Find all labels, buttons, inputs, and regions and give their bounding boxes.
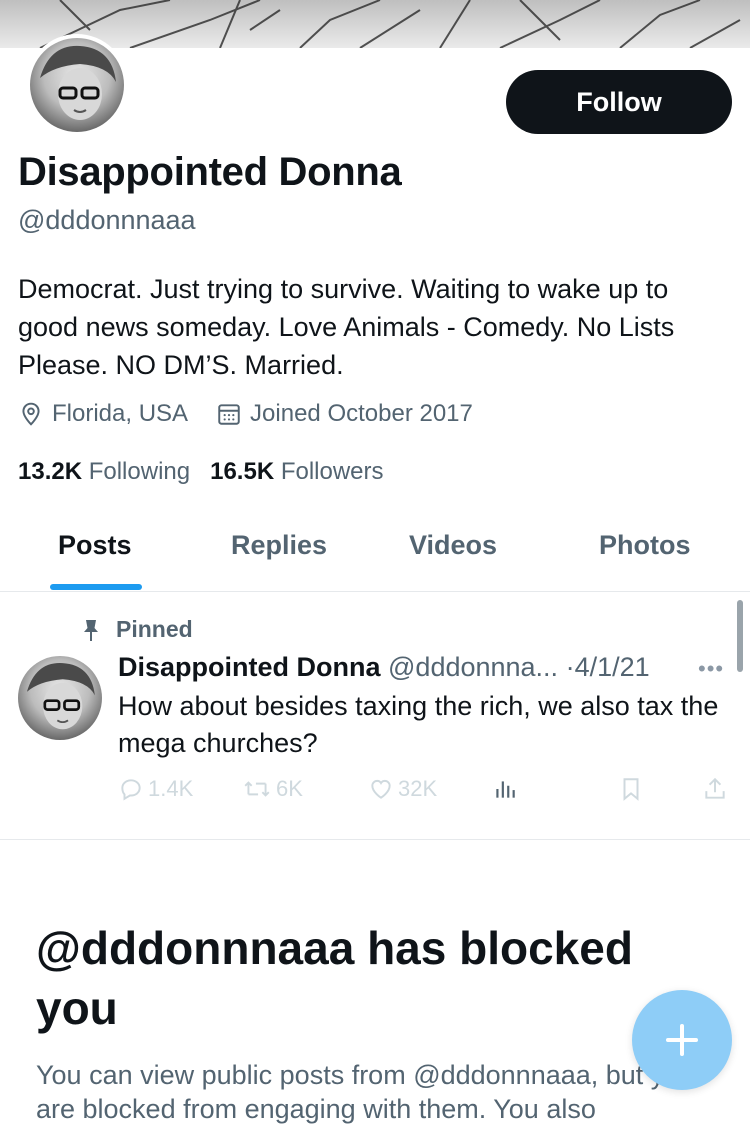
post-author-name[interactable]: Disappointed Donna xyxy=(118,652,381,682)
scrollbar-thumb[interactable] xyxy=(737,600,743,672)
tab-replies[interactable]: Replies xyxy=(231,530,327,561)
reply-button[interactable]: 1.4K xyxy=(118,776,193,802)
following-label: Following xyxy=(88,458,191,485)
followers-label: Followers xyxy=(280,458,384,485)
pin-icon xyxy=(84,619,98,641)
post-separator: · xyxy=(565,652,575,682)
profile-counts: 13.2K Following 16.5K Followers xyxy=(18,458,404,486)
more-options-icon[interactable]: ••• xyxy=(698,656,724,682)
pinned-label: Pinned xyxy=(116,616,193,642)
profile-banner[interactable] xyxy=(0,0,750,48)
pinned-indicator: Pinned xyxy=(80,616,193,643)
profile-meta: Florida, USA Joined October 2017 xyxy=(18,400,501,428)
post-date[interactable]: 4/1/21 xyxy=(575,652,650,682)
bookmark-button[interactable] xyxy=(618,776,648,802)
tab-photos[interactable]: Photos xyxy=(599,530,691,561)
heart-icon xyxy=(371,779,391,799)
reply-icon xyxy=(121,779,141,801)
like-count: 32K xyxy=(398,776,438,801)
post-actions: 1.4K 6K 32K xyxy=(118,776,730,810)
pinned-post[interactable]: Pinned Disappointed Donna @dddonnna... ·… xyxy=(0,592,750,840)
like-button[interactable]: 32K xyxy=(368,776,437,802)
profile-name: Disappointed Donna xyxy=(18,150,402,194)
profile-tabs: Posts Replies Videos Photos xyxy=(0,520,750,592)
joined-text: Joined October 2017 xyxy=(250,400,473,427)
post-author-avatar[interactable] xyxy=(18,656,102,740)
banner-trees-image xyxy=(39,0,741,48)
profile-bio: Democrat. Just trying to survive. Waitin… xyxy=(18,274,675,380)
share-button[interactable] xyxy=(702,776,732,802)
profile-handle: @dddonnnaaa xyxy=(18,205,196,235)
avatar-image xyxy=(40,45,116,120)
avatar-image xyxy=(26,663,95,730)
bookmark-icon xyxy=(623,778,639,801)
tab-posts[interactable]: Posts xyxy=(58,530,132,561)
followers-count: 16.5K xyxy=(210,458,275,485)
location-text: Florida, USA xyxy=(52,400,189,427)
views-icon xyxy=(496,781,515,798)
active-tab-indicator xyxy=(50,584,142,590)
post-text: How about besides taxing the rich, we al… xyxy=(118,691,719,758)
repost-count: 6K xyxy=(276,776,303,801)
blocked-description: You can view public posts from @dddonnna… xyxy=(36,1060,695,1124)
share-icon xyxy=(705,777,725,799)
compose-post-button[interactable] xyxy=(632,990,732,1090)
repost-button[interactable]: 6K xyxy=(242,776,303,802)
follow-button[interactable]: Follow xyxy=(506,70,732,134)
location-item: Florida, USA xyxy=(18,400,188,428)
joined-item: Joined October 2017 xyxy=(216,400,473,428)
location-pin-icon xyxy=(22,402,40,426)
plus-icon xyxy=(666,1024,698,1056)
followers-link[interactable]: 16.5K Followers xyxy=(210,458,383,486)
blocked-title: @dddonnnaaa has blocked you xyxy=(36,922,633,1034)
reply-count: 1.4K xyxy=(148,776,194,801)
tab-videos[interactable]: Videos xyxy=(409,530,497,561)
post-header: Disappointed Donna @dddonnna... ·4/1/21 xyxy=(118,652,650,683)
following-link[interactable]: 13.2K Following xyxy=(18,458,190,486)
views-button[interactable] xyxy=(492,776,522,802)
repost-icon xyxy=(244,781,270,797)
following-count: 13.2K xyxy=(18,458,83,485)
profile-avatar[interactable] xyxy=(26,34,128,136)
calendar-icon xyxy=(218,404,240,425)
post-author-handle[interactable]: @dddonnna... xyxy=(388,652,558,682)
